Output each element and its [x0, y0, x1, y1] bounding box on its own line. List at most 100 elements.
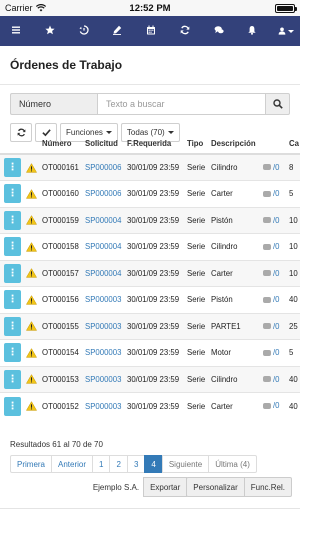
comment-icon: [263, 376, 271, 382]
comments-cell[interactable]: /0: [261, 153, 287, 181]
order-number: OT000154: [40, 339, 83, 366]
table-row[interactable]: ⋮ OT000158 SP000004 30/01/09 23:59 Serie Cili…: [0, 233, 300, 260]
warning-cell: [24, 206, 40, 234]
request-link[interactable]: SP000003: [83, 339, 125, 366]
comment-icon: [263, 270, 271, 276]
star-icon[interactable]: [42, 16, 58, 46]
search-icon: [272, 99, 283, 109]
table-row[interactable]: ⋮ OT000159 SP000004 30/01/09 23:59 Serie Pist…: [0, 206, 300, 234]
page-title: Órdenes de Trabajo: [10, 58, 123, 72]
order-type: Serie: [185, 233, 209, 260]
required-date: 30/01/09 23:59: [125, 286, 185, 313]
comments-cell[interactable]: /0: [261, 206, 287, 234]
table-row[interactable]: ⋮ OT000154 SP000003 30/01/09 23:59 Serie Moto…: [0, 339, 300, 366]
table-row[interactable]: ⋮ OT000157 SP000004 30/01/09 23:59 Serie Cart…: [0, 259, 300, 287]
comment-icon: [263, 402, 271, 409]
table-row[interactable]: ⋮ OT000152 SP000003 30/01/09 23:59 Serie Cart…: [0, 392, 300, 419]
customize-button[interactable]: Personalizar: [186, 477, 245, 497]
comments-cell[interactable]: /0: [261, 286, 287, 313]
status-bar: Carrier 12:52 PM: [0, 0, 300, 16]
comment-count: /0: [273, 348, 280, 357]
request-link[interactable]: SP000004: [83, 206, 125, 234]
row-menu-button[interactable]: ⋮: [4, 396, 21, 416]
request-link[interactable]: SP000006: [83, 180, 125, 207]
column-header: Ca: [287, 134, 300, 155]
comments-cell[interactable]: /0: [261, 180, 287, 207]
refresh-icon[interactable]: [177, 16, 193, 46]
page-first[interactable]: Primera: [10, 455, 53, 473]
row-menu-button[interactable]: ⋮: [4, 184, 21, 204]
top-navbar: [0, 16, 300, 46]
order-description: Carter: [209, 180, 261, 207]
page-2[interactable]: 2: [109, 455, 128, 473]
row-menu-button[interactable]: ⋮: [4, 158, 21, 177]
search-field-select[interactable]: Número: [10, 93, 97, 115]
comment-icon: [263, 190, 271, 197]
request-link[interactable]: SP000003: [83, 286, 125, 313]
row-action-cell: ⋮: [0, 153, 24, 181]
row-menu-button[interactable]: ⋮: [4, 316, 21, 336]
order-number: OT000161: [40, 153, 83, 181]
quantity: 10: [287, 259, 300, 287]
table-body: ⋮ OT000161 SP000006 30/01/09 23:59 Serie Cili…: [0, 153, 300, 419]
order-number: OT000155: [40, 312, 83, 340]
row-menu-button[interactable]: ⋮: [4, 290, 21, 310]
request-link[interactable]: SP000004: [83, 259, 125, 287]
comments-cell[interactable]: /0: [261, 392, 287, 419]
history-icon[interactable]: [76, 16, 92, 46]
request-link[interactable]: SP000003: [83, 312, 125, 340]
row-menu-button[interactable]: ⋮: [4, 369, 21, 389]
column-header: Tipo: [185, 134, 209, 155]
table-row[interactable]: ⋮ OT000161 SP000006 30/01/09 23:59 Serie Cili…: [0, 153, 300, 181]
page-prev[interactable]: Anterior: [51, 455, 94, 473]
comments-cell[interactable]: /0: [261, 233, 287, 260]
order-type: Serie: [185, 206, 209, 234]
request-link[interactable]: SP000003: [83, 392, 125, 419]
row-menu-button[interactable]: ⋮: [4, 343, 21, 363]
pen-icon[interactable]: [109, 16, 125, 46]
page-next[interactable]: Siguiente: [161, 455, 210, 473]
func-rel-button[interactable]: Func.Rel.: [243, 477, 292, 497]
required-date: 30/01/09 23:59: [125, 392, 185, 419]
row-action-cell: ⋮: [0, 206, 24, 234]
calendar-icon[interactable]: [143, 16, 159, 46]
order-type: Serie: [185, 339, 209, 366]
request-link[interactable]: SP000006: [83, 153, 125, 181]
page-1[interactable]: 1: [92, 455, 111, 473]
request-link[interactable]: SP000003: [83, 365, 125, 393]
page-4[interactable]: 4: [144, 455, 163, 473]
bell-icon[interactable]: [244, 16, 260, 46]
table-row[interactable]: ⋮ OT000156 SP000003 30/01/09 23:59 Serie Pist…: [0, 286, 300, 313]
comments-cell[interactable]: /0: [261, 259, 287, 287]
comments-cell[interactable]: /0: [261, 339, 287, 366]
warning-icon: [26, 241, 38, 252]
row-menu-button[interactable]: ⋮: [4, 263, 21, 283]
comment-count: /0: [273, 215, 280, 225]
order-number: OT000152: [40, 392, 83, 419]
chat-icon[interactable]: [211, 16, 227, 46]
comment-icon: [263, 243, 271, 250]
export-button[interactable]: Exportar: [143, 477, 188, 497]
search-button[interactable]: [266, 93, 290, 115]
comments-cell[interactable]: /0: [261, 365, 287, 393]
warning-cell: [24, 286, 40, 313]
comments-cell[interactable]: /0: [261, 312, 287, 340]
search-input[interactable]: [97, 93, 266, 115]
order-type: Serie: [185, 286, 209, 313]
table-row[interactable]: ⋮ OT000160 SP000006 30/01/09 23:59 Serie Cart…: [0, 180, 300, 207]
quantity: 10: [287, 233, 300, 260]
row-menu-button[interactable]: ⋮: [4, 210, 21, 230]
comment-icon: [263, 323, 271, 329]
menu-icon[interactable]: [8, 16, 24, 46]
table-row[interactable]: ⋮ OT000155 SP000003 30/01/09 23:59 Serie PART…: [0, 312, 300, 340]
row-menu-button[interactable]: ⋮: [4, 237, 21, 257]
table-row[interactable]: ⋮ OT000153 SP000003 30/01/09 23:59 Serie Cili…: [0, 365, 300, 393]
request-link[interactable]: SP000004: [83, 233, 125, 260]
warning-cell: [24, 233, 40, 260]
order-description: Carter: [209, 259, 261, 287]
page-3[interactable]: 3: [126, 455, 146, 473]
user-menu[interactable]: [278, 26, 294, 36]
order-type: Serie: [185, 153, 209, 181]
column-header: F.Requerida: [125, 134, 185, 155]
page-last[interactable]: Última (4): [208, 455, 257, 473]
